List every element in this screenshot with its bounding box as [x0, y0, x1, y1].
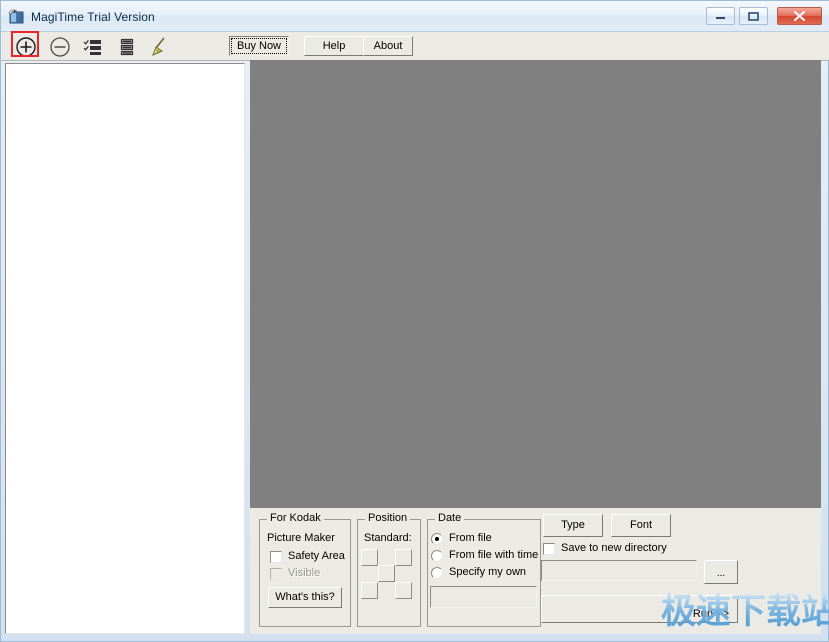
safety-area-label: Safety Area	[288, 550, 345, 562]
font-button[interactable]: Font	[611, 514, 671, 537]
radio-from-file[interactable]	[431, 533, 443, 545]
visible-checkbox	[270, 568, 282, 580]
toolbar: Buy Now Help About	[2, 32, 829, 61]
whats-this-label: What's this?	[275, 591, 335, 603]
save-new-directory-checkbox[interactable]	[543, 543, 555, 555]
position-cell-bottom-right[interactable]	[395, 582, 412, 599]
radio-from-file-with-time[interactable]	[431, 550, 443, 562]
directory-path-input[interactable]	[541, 560, 697, 581]
window-title: MagiTime Trial Version	[31, 10, 155, 24]
select-list-icon[interactable]	[78, 34, 108, 58]
run-label: Run >>	[692, 608, 729, 620]
maximize-button[interactable]	[739, 7, 768, 25]
broom-icon[interactable]	[143, 34, 173, 58]
position-cell-top-right[interactable]	[395, 549, 412, 566]
file-list[interactable]	[5, 63, 245, 634]
whats-this-button[interactable]: What's this?	[268, 587, 342, 608]
radio-specify-my-own[interactable]	[431, 567, 443, 579]
close-button[interactable]	[777, 7, 822, 25]
position-group-legend: Position	[365, 512, 411, 524]
application-window: MagiTime Trial Version Buy Now Help Abou…	[0, 0, 829, 642]
remove-icon[interactable]	[45, 34, 75, 58]
kodak-group-legend: For Kodak	[267, 512, 324, 524]
position-cell-top-left[interactable]	[361, 549, 378, 566]
safety-area-checkbox[interactable]	[270, 551, 282, 563]
browse-button[interactable]: ...	[704, 560, 738, 584]
buy-now-button[interactable]: Buy Now	[229, 36, 289, 56]
image-preview-area[interactable]	[250, 60, 821, 508]
radio-selected-dot	[435, 537, 439, 541]
type-button[interactable]: Type	[543, 514, 603, 537]
browse-label: ...	[716, 568, 726, 579]
save-new-directory-label: Save to new directory	[561, 542, 667, 554]
date-group-legend: Date	[435, 512, 465, 524]
position-subtitle: Standard:	[364, 532, 412, 544]
radio-from-file-label: From file	[449, 532, 492, 544]
selected-tool-highlight	[11, 31, 39, 57]
help-button[interactable]: Help	[304, 36, 364, 56]
photo-app-icon	[8, 8, 25, 25]
radio-from-file-with-time-label: From file with time	[449, 549, 539, 561]
visible-label: Visible	[288, 567, 321, 579]
font-label: Font	[629, 519, 652, 531]
radio-specify-my-own-label: Specify my own	[449, 566, 527, 578]
minimize-button[interactable]	[706, 7, 735, 25]
position-cell-bottom-left[interactable]	[361, 582, 378, 599]
position-cell-middle[interactable]	[378, 565, 395, 582]
type-label: Type	[561, 519, 585, 531]
bottom-control-panel: For Kodak Picture Maker Safety Area Visi…	[250, 508, 821, 634]
about-button[interactable]: About	[363, 36, 413, 56]
list-icon[interactable]	[112, 34, 142, 58]
kodak-subtitle: Picture Maker	[267, 532, 335, 544]
title-bar: MagiTime Trial Version	[1, 1, 829, 32]
run-button[interactable]: Run >>	[541, 595, 738, 623]
custom-date-input[interactable]	[430, 586, 537, 608]
